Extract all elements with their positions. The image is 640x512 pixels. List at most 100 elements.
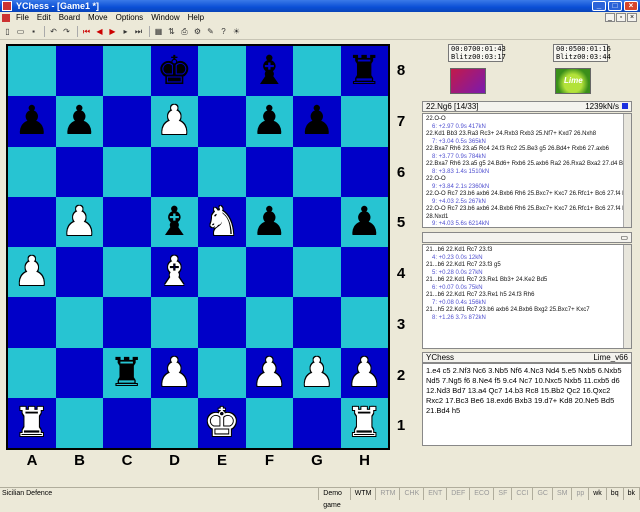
square-f6[interactable] bbox=[245, 146, 293, 197]
white-rook-icon[interactable]: ♜ bbox=[14, 403, 50, 443]
square-a2[interactable] bbox=[8, 347, 56, 398]
white-pawn-icon[interactable]: ♟ bbox=[14, 252, 50, 292]
square-d7[interactable]: ♟ bbox=[150, 96, 198, 147]
square-a8[interactable] bbox=[8, 46, 56, 97]
square-h1[interactable]: ♜ bbox=[340, 397, 388, 448]
play-icon[interactable]: ▶ bbox=[107, 26, 118, 37]
back-icon[interactable]: ◀ bbox=[94, 26, 105, 37]
analysis-scrollbar[interactable] bbox=[623, 114, 631, 227]
menu-edit[interactable]: Edit bbox=[33, 12, 55, 24]
square-a6[interactable] bbox=[8, 146, 56, 197]
white-pawn-icon[interactable]: ♟ bbox=[299, 353, 335, 393]
engine2-panel[interactable]: 21...b6 22.Kd1 Rc7 23.f3 4: +0.23 0.0s 12… bbox=[422, 244, 632, 349]
doc-minimize-button[interactable]: _ bbox=[605, 13, 615, 22]
white-bishop-icon[interactable]: ♝ bbox=[156, 252, 192, 292]
black-rook-icon[interactable]: ♜ bbox=[109, 353, 145, 393]
square-e7[interactable] bbox=[198, 96, 246, 147]
redo-icon[interactable]: ↷ bbox=[61, 26, 72, 37]
hint-icon[interactable]: ☀ bbox=[231, 26, 242, 37]
square-b3[interactable] bbox=[55, 297, 103, 348]
square-c2[interactable]: ♜ bbox=[103, 347, 151, 398]
black-pawn-icon[interactable]: ♟ bbox=[346, 202, 382, 242]
square-c6[interactable] bbox=[103, 146, 151, 197]
square-b4[interactable] bbox=[55, 247, 103, 298]
square-c5[interactable] bbox=[103, 196, 151, 247]
square-h6[interactable] bbox=[340, 146, 388, 197]
close-button[interactable]: × bbox=[624, 1, 638, 11]
white-pawn-icon[interactable]: ♟ bbox=[346, 353, 382, 393]
board-icon[interactable]: ▦ bbox=[153, 26, 164, 37]
square-e2[interactable] bbox=[198, 347, 246, 398]
menu-help[interactable]: Help bbox=[184, 12, 208, 24]
minimize-button[interactable]: _ bbox=[592, 1, 606, 11]
maximize-button[interactable]: □ bbox=[608, 1, 622, 11]
last-move-icon[interactable]: ⏭ bbox=[133, 26, 144, 37]
square-f8[interactable]: ♝ bbox=[245, 46, 293, 97]
menu-move[interactable]: Move bbox=[84, 12, 112, 24]
square-h3[interactable] bbox=[340, 297, 388, 348]
square-g5[interactable] bbox=[293, 196, 341, 247]
menu-board[interactable]: Board bbox=[55, 12, 84, 24]
square-h4[interactable] bbox=[340, 247, 388, 298]
square-a7[interactable]: ♟ bbox=[8, 96, 56, 147]
black-king-icon[interactable]: ♚ bbox=[156, 51, 192, 91]
black-pawn-icon[interactable]: ♟ bbox=[61, 101, 97, 141]
square-b1[interactable] bbox=[55, 397, 103, 448]
square-e6[interactable] bbox=[198, 146, 246, 197]
engine-icon[interactable]: ⚙ bbox=[192, 26, 203, 37]
square-e1[interactable]: ♚ bbox=[198, 397, 246, 448]
square-d3[interactable] bbox=[150, 297, 198, 348]
menu-file[interactable]: File bbox=[12, 12, 33, 24]
square-h2[interactable]: ♟ bbox=[340, 347, 388, 398]
square-d1[interactable] bbox=[150, 397, 198, 448]
black-pawn-icon[interactable]: ♟ bbox=[251, 202, 287, 242]
square-f5[interactable]: ♟ bbox=[245, 196, 293, 247]
black-bishop-icon[interactable]: ♝ bbox=[251, 51, 287, 91]
white-pawn-icon[interactable]: ♟ bbox=[251, 353, 287, 393]
analysis-panel[interactable]: 22.O-O 6: +2.97 0.9s 417kN 22.Kd1 Bb3 23.R… bbox=[422, 113, 632, 228]
square-h7[interactable] bbox=[340, 96, 388, 147]
engine2-scrollbar[interactable] bbox=[623, 245, 631, 348]
first-move-icon[interactable]: ⏮ bbox=[81, 26, 92, 37]
menu-window[interactable]: Window bbox=[147, 12, 183, 24]
square-c3[interactable] bbox=[103, 297, 151, 348]
engine2-toggle-icon[interactable]: ▭ bbox=[620, 233, 628, 242]
black-pawn-icon[interactable]: ♟ bbox=[251, 101, 287, 141]
square-b6[interactable] bbox=[55, 146, 103, 197]
white-pawn-icon[interactable]: ♟ bbox=[156, 353, 192, 393]
white-pawn-icon[interactable]: ♟ bbox=[61, 202, 97, 242]
square-f3[interactable] bbox=[245, 297, 293, 348]
doc-restore-button[interactable]: ▫ bbox=[616, 13, 626, 22]
square-a5[interactable] bbox=[8, 196, 56, 247]
square-g6[interactable] bbox=[293, 146, 341, 197]
square-b5[interactable]: ♟ bbox=[55, 196, 103, 247]
doc-close-button[interactable]: × bbox=[627, 13, 637, 22]
square-d6[interactable] bbox=[150, 146, 198, 197]
chess-board[interactable]: ♚ ♝ ♜ ♟ ♟ ♟ ♟ ♟ ♟ ♝ ♞ ♟ ♟ ♟ ♝ ♜ ♟ ♟ ♟ ♟ ♜ ♚ ♜ bbox=[6, 44, 390, 450]
square-b8[interactable] bbox=[55, 46, 103, 97]
settings-icon[interactable]: ✎ bbox=[205, 26, 216, 37]
square-c8[interactable] bbox=[103, 46, 151, 97]
square-a1[interactable]: ♜ bbox=[8, 397, 56, 448]
square-g8[interactable] bbox=[293, 46, 341, 97]
white-rook-icon[interactable]: ♜ bbox=[346, 403, 382, 443]
square-f1[interactable] bbox=[245, 397, 293, 448]
square-g4[interactable] bbox=[293, 247, 341, 298]
square-h5[interactable]: ♟ bbox=[340, 196, 388, 247]
square-d5[interactable]: ♝ bbox=[150, 196, 198, 247]
square-g7[interactable]: ♟ bbox=[293, 96, 341, 147]
black-pawn-icon[interactable]: ♟ bbox=[299, 101, 335, 141]
square-d8[interactable]: ♚ bbox=[150, 46, 198, 97]
square-a4[interactable]: ♟ bbox=[8, 247, 56, 298]
white-pawn-icon[interactable]: ♟ bbox=[156, 101, 192, 141]
new-icon[interactable]: ▯ bbox=[2, 26, 13, 37]
undo-icon[interactable]: ↶ bbox=[48, 26, 59, 37]
document-icon[interactable] bbox=[2, 14, 10, 22]
menu-options[interactable]: Options bbox=[112, 12, 148, 24]
square-a3[interactable] bbox=[8, 297, 56, 348]
square-f4[interactable] bbox=[245, 247, 293, 298]
square-f2[interactable]: ♟ bbox=[245, 347, 293, 398]
black-rook-icon[interactable]: ♜ bbox=[346, 51, 382, 91]
square-g3[interactable] bbox=[293, 297, 341, 348]
black-bishop-icon[interactable]: ♝ bbox=[156, 202, 192, 242]
